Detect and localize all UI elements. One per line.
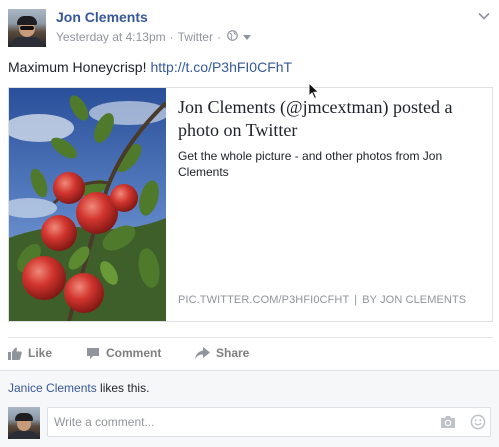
comment-bubble-icon (87, 347, 99, 359)
post-timestamp[interactable]: Yesterday at 4:13pm (56, 30, 166, 44)
smiley-icon[interactable] (470, 414, 486, 430)
meta-separator: · (169, 30, 174, 44)
post-text: Maximum Honeycrisp! http://t.co/P3hFI0CFh… (8, 59, 292, 75)
thumbs-up-icon (8, 347, 22, 360)
comment-input[interactable] (54, 414, 424, 430)
share-label: Share (216, 346, 250, 360)
post-actions: Like Comment Share (8, 337, 493, 370)
post-source[interactable]: Twitter (178, 30, 213, 44)
card-description: Get the whole picture - and other photos… (178, 149, 443, 179)
comment-label: Comment (106, 346, 162, 360)
apples-photo[interactable] (9, 88, 166, 321)
globe-icon[interactable] (225, 30, 238, 44)
mouse-cursor-icon (308, 82, 320, 100)
chevron-down-icon[interactable] (478, 12, 490, 20)
link-preview-card[interactable]: Jon Clements (@jmcextman) posted a photo… (8, 87, 493, 322)
meta-separator-2: · (216, 30, 221, 44)
like-label: Like (28, 346, 53, 360)
comment-box[interactable] (47, 407, 491, 437)
facebook-post: Jon Clements Yesterday at 4:13pm · Twitt… (0, 0, 499, 447)
card-source-divider: | (354, 294, 358, 306)
share-arrow-icon (195, 346, 210, 359)
card-source: PIC.TWITTER.COM/P3HFI0CFHT | BY JON CLEMEN… (178, 294, 466, 306)
post-message: Maximum Honeycrisp! (8, 59, 147, 75)
likes-suffix: likes this. (96, 381, 150, 395)
post-link[interactable]: http://t.co/P3hFI0CFhT (150, 59, 292, 75)
card-body: Jon Clements (@jmcextman) posted a photo… (178, 96, 484, 180)
liker-name-link[interactable]: Janice Clements (8, 381, 97, 395)
like-button[interactable]: Like (8, 346, 52, 360)
privacy-caret-icon[interactable] (242, 35, 251, 40)
card-source-author: BY JON CLEMENTS (362, 294, 467, 306)
camera-icon[interactable] (440, 415, 456, 429)
comment-button[interactable]: Comment (86, 346, 161, 360)
author-avatar[interactable] (8, 9, 46, 47)
author-name-link[interactable]: Jon Clements (56, 9, 148, 25)
card-source-domain: PIC.TWITTER.COM/P3HFI0CFHT (178, 294, 350, 306)
likes-summary: Janice Clements likes this. (8, 381, 149, 395)
post-footer: Janice Clements likes this. (0, 370, 499, 447)
post-meta: Yesterday at 4:13pm · Twitter · (56, 30, 251, 44)
card-title[interactable]: Jon Clements (@jmcextman) posted a photo… (178, 96, 484, 142)
viewer-avatar[interactable] (8, 407, 40, 439)
share-button[interactable]: Share (195, 346, 249, 360)
